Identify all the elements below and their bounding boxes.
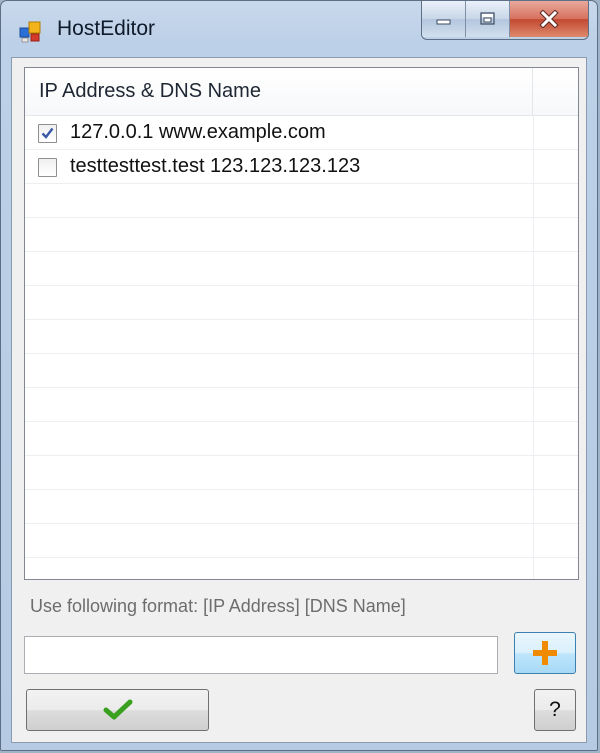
empty-row — [25, 456, 578, 490]
plus-icon — [533, 641, 557, 665]
empty-row — [25, 184, 578, 218]
host-editor-window: HostEditor IP Address & DNS Name 127.0.0… — [0, 0, 598, 751]
empty-row — [25, 286, 578, 320]
title-bar[interactable]: HostEditor — [1, 1, 597, 57]
empty-row — [25, 558, 578, 579]
empty-row — [25, 320, 578, 354]
row-text: testtesttest.test 123.123.123.123 — [70, 155, 361, 177]
add-entry-button[interactable] — [514, 632, 576, 674]
row-checkbox[interactable] — [38, 158, 57, 177]
column-header-ip-dns[interactable]: IP Address & DNS Name — [25, 68, 533, 115]
ok-button[interactable] — [26, 689, 209, 731]
listview-header: IP Address & DNS Name — [25, 68, 578, 116]
close-icon — [539, 10, 559, 28]
caption-buttons — [421, 1, 589, 40]
window-title: HostEditor — [57, 17, 156, 40]
empty-row — [25, 252, 578, 286]
format-hint-label: Use following format: [IP Address] [DNS … — [30, 596, 406, 616]
minimize-button[interactable] — [422, 1, 466, 37]
empty-row — [25, 354, 578, 388]
empty-row — [25, 490, 578, 524]
checkmark-icon — [41, 127, 54, 139]
close-button[interactable] — [510, 1, 588, 37]
host-entry-input[interactable] — [24, 636, 498, 674]
checkmark-icon — [103, 699, 132, 720]
list-item[interactable]: testtesttest.test 123.123.123.123 — [25, 150, 578, 184]
row-text: 127.0.0.1 www.example.com — [70, 121, 326, 143]
list-item[interactable]: 127.0.0.1 www.example.com — [25, 116, 578, 150]
empty-row — [25, 388, 578, 422]
help-button[interactable]: ? — [534, 689, 576, 731]
empty-row — [25, 422, 578, 456]
minimize-icon — [436, 19, 450, 25]
empty-row — [25, 524, 578, 558]
client-area: IP Address & DNS Name 127.0.0.1 www.exam… — [11, 57, 587, 743]
row-checkbox[interactable] — [38, 124, 57, 143]
maximize-icon — [479, 12, 495, 25]
hosts-listview[interactable]: IP Address & DNS Name 127.0.0.1 www.exam… — [24, 67, 579, 580]
maximize-button[interactable] — [466, 1, 510, 37]
app-icon — [19, 19, 43, 43]
empty-row — [25, 218, 578, 252]
